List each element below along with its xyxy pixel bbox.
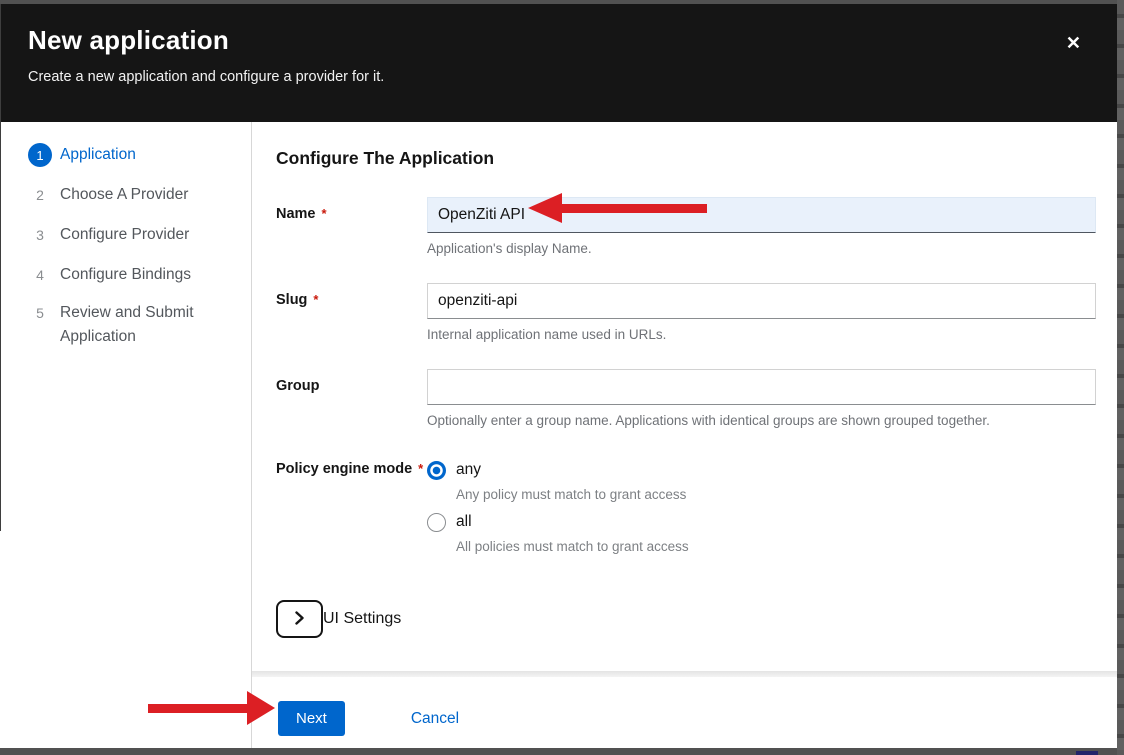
ui-settings-expand-button[interactable] bbox=[276, 600, 323, 638]
policy-mode-any-option[interactable]: any bbox=[427, 459, 1096, 481]
name-input[interactable] bbox=[427, 197, 1096, 233]
policy-engine-mode-row: Policy engine mode * any Any policy must … bbox=[276, 459, 1096, 563]
sidebar-step-choose-provider[interactable]: 2 Choose A Provider bbox=[28, 175, 251, 215]
next-button[interactable]: Next bbox=[278, 701, 345, 736]
step-number: 2 bbox=[28, 183, 52, 207]
sidebar-step-review-submit[interactable]: 5 Review and Submit Application bbox=[28, 301, 251, 349]
policy-any-help: Any policy must match to grant access bbox=[456, 487, 1096, 503]
group-field-help: Optionally enter a group name. Applicati… bbox=[427, 413, 1096, 429]
modal-body: 1 Application 2 Choose A Provider 3 Conf… bbox=[0, 122, 1117, 748]
group-field-row: Group Optionally enter a group name. App… bbox=[276, 369, 1096, 429]
step-number: 4 bbox=[28, 263, 52, 287]
radio-checked-icon[interactable] bbox=[427, 461, 446, 480]
radio-unchecked-icon[interactable] bbox=[427, 513, 446, 532]
policy-all-help: All policies must match to grant access bbox=[456, 539, 1096, 555]
radio-option-label: any bbox=[456, 461, 481, 479]
required-asterisk: * bbox=[313, 292, 318, 307]
radio-option-label: all bbox=[456, 513, 472, 531]
modal-header: New application Create a new application… bbox=[0, 4, 1117, 122]
policy-engine-mode-control: any Any policy must match to grant acces… bbox=[427, 459, 1096, 563]
modal-left-edge bbox=[0, 4, 1, 531]
sidebar-step-application[interactable]: 1 Application bbox=[28, 135, 251, 175]
label-text: Group bbox=[276, 378, 320, 394]
label-text: Name bbox=[276, 206, 316, 222]
group-input[interactable] bbox=[427, 369, 1096, 405]
name-field-label: Name * bbox=[276, 197, 427, 257]
slug-input[interactable] bbox=[427, 283, 1096, 319]
slug-field-control: Internal application name used in URLs. bbox=[427, 283, 1096, 343]
step-number-badge: 1 bbox=[28, 143, 52, 167]
form-heading: Configure The Application bbox=[276, 148, 1096, 169]
slug-field-help: Internal application name used in URLs. bbox=[427, 327, 1096, 343]
step-number: 5 bbox=[28, 301, 52, 325]
chevron-right-icon bbox=[294, 611, 305, 628]
background-page-artifact bbox=[1076, 751, 1098, 755]
step-number: 3 bbox=[28, 223, 52, 247]
step-label: Configure Provider bbox=[60, 223, 189, 247]
group-field-label: Group bbox=[276, 369, 427, 429]
step-label: Configure Bindings bbox=[60, 263, 191, 287]
group-field-control: Optionally enter a group name. Applicati… bbox=[427, 369, 1096, 429]
ui-settings-section: UI Settings bbox=[276, 600, 1096, 638]
name-field-help: Application's display Name. bbox=[427, 241, 1096, 257]
wizard-footer: Next Cancel bbox=[252, 677, 1117, 748]
slug-field-row: Slug * Internal application name used in … bbox=[276, 283, 1096, 343]
slug-field-label: Slug * bbox=[276, 283, 427, 343]
wizard-content: Configure The Application Name * Applicat… bbox=[252, 122, 1117, 748]
modal-subtitle: Create a new application and configure a… bbox=[28, 69, 1089, 85]
ui-settings-label: UI Settings bbox=[323, 610, 401, 628]
step-label: Application bbox=[60, 143, 136, 167]
policy-mode-all-option[interactable]: all bbox=[427, 511, 1096, 533]
step-label: Choose A Provider bbox=[60, 183, 188, 207]
wizard-steps-sidebar: 1 Application 2 Choose A Provider 3 Conf… bbox=[0, 122, 252, 748]
close-icon[interactable]: ✕ bbox=[1066, 34, 1081, 52]
label-text: Policy engine mode bbox=[276, 461, 412, 477]
label-text: Slug bbox=[276, 292, 307, 308]
modal-backdrop: New application Create a new application… bbox=[0, 0, 1124, 755]
cancel-link[interactable]: Cancel bbox=[411, 710, 459, 728]
background-page-strip bbox=[1117, 0, 1124, 755]
step-label: Review and Submit Application bbox=[60, 301, 208, 349]
policy-engine-mode-label: Policy engine mode * bbox=[276, 459, 427, 563]
name-field-row: Name * Application's display Name. bbox=[276, 197, 1096, 257]
required-asterisk: * bbox=[322, 206, 327, 221]
name-field-control: Application's display Name. bbox=[427, 197, 1096, 257]
sidebar-step-configure-bindings[interactable]: 4 Configure Bindings bbox=[28, 255, 251, 295]
page-title: New application bbox=[28, 25, 1089, 56]
sidebar-step-configure-provider[interactable]: 3 Configure Provider bbox=[28, 215, 251, 255]
new-application-modal: New application Create a new application… bbox=[0, 4, 1117, 748]
required-asterisk: * bbox=[418, 461, 423, 476]
